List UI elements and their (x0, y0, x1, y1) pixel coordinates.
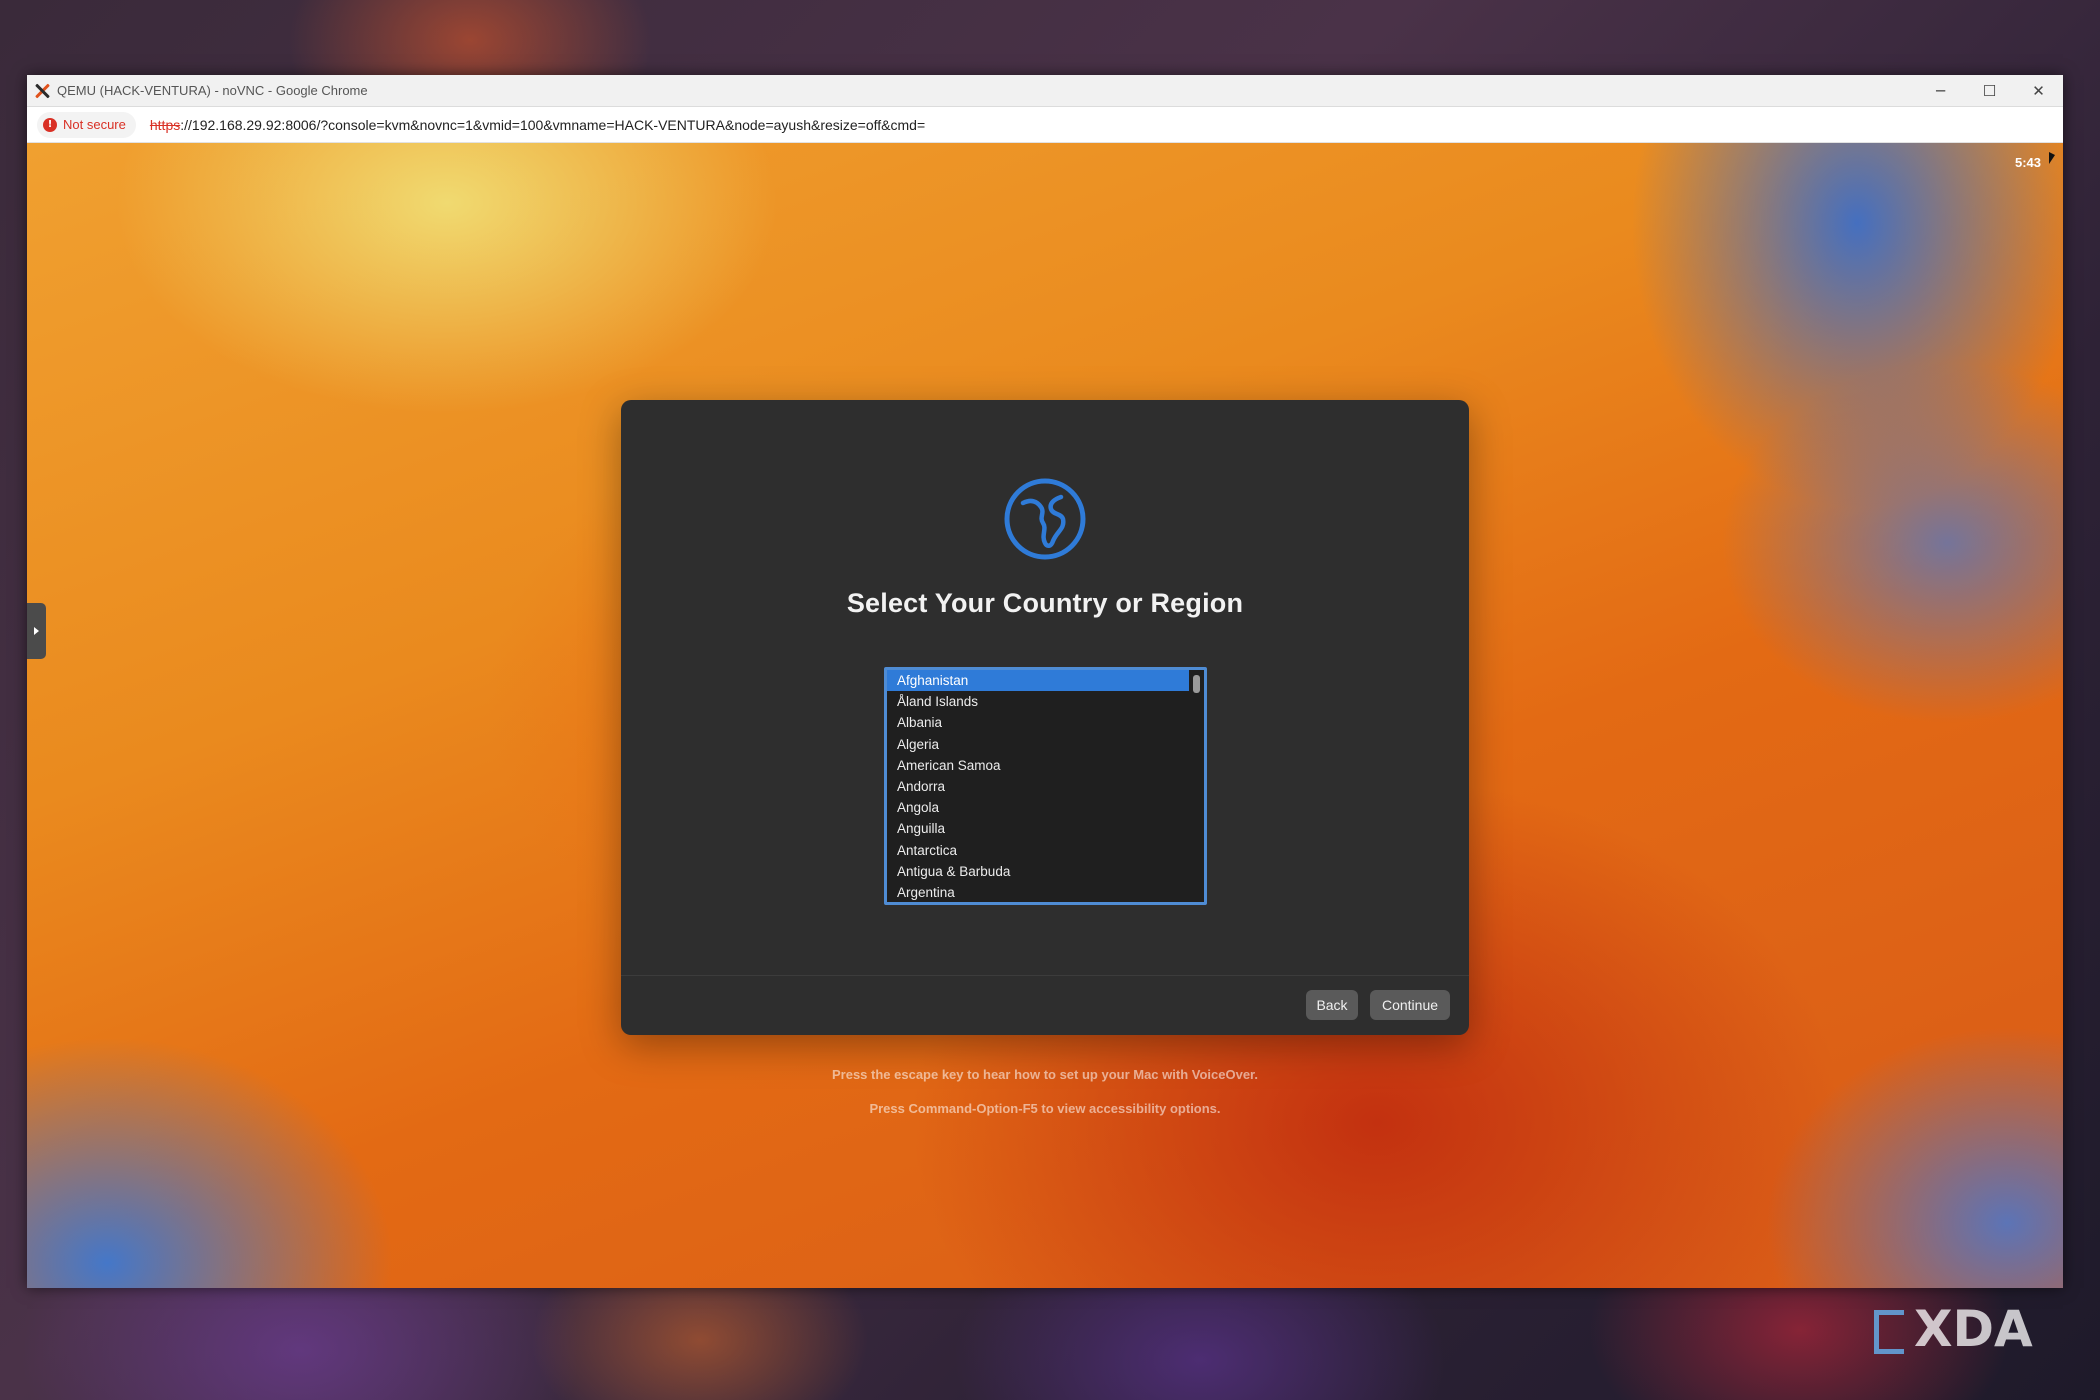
address-bar[interactable]: ! Not secure https://192.168.29.92:8006/… (27, 107, 2063, 143)
window-controls: ─ ☐ ✕ (1916, 75, 2063, 106)
page-title: Select Your Country or Region (846, 588, 1244, 618)
voiceover-hint: Press the escape key to hear how to set … (831, 1067, 1259, 1082)
globe-icon (1004, 478, 1086, 560)
accessibility-hint: Press Command-Option-F5 to view accessib… (869, 1101, 1221, 1116)
close-button[interactable]: ✕ (2014, 75, 2063, 106)
list-item[interactable]: Andorra (887, 776, 1189, 797)
url-path: ://192.168.29.92:8006/?console=kvm&novnc… (180, 116, 926, 133)
footer-divider (621, 975, 1469, 976)
country-list: Afghanistan Åland Islands Albania Algeri… (887, 670, 1189, 902)
back-button[interactable]: Back (1306, 990, 1358, 1020)
list-item[interactable]: American Samoa (887, 755, 1189, 776)
security-chip[interactable]: ! Not secure (37, 111, 136, 138)
vnc-screen[interactable]: 5:43 Select Your Country or Region Afgha… (27, 143, 2063, 1288)
novnc-sidebar-handle[interactable] (27, 603, 46, 659)
url-scheme: https (149, 116, 181, 133)
list-item[interactable]: Anguilla (887, 818, 1189, 839)
proxmox-logo-icon (34, 83, 50, 99)
list-item[interactable]: Antarctica (887, 840, 1189, 861)
xda-watermark: XDA (1914, 1300, 2033, 1358)
browser-window: QEMU (HACK-VENTURA) - noVNC - Google Chr… (27, 75, 2063, 1288)
list-item[interactable]: Åland Islands (887, 691, 1189, 712)
window-title: QEMU (HACK-VENTURA) - noVNC - Google Chr… (57, 83, 368, 98)
title-bar[interactable]: QEMU (HACK-VENTURA) - noVNC - Google Chr… (27, 75, 2063, 107)
scroll-thumb[interactable] (1193, 675, 1200, 693)
list-item[interactable]: Albania (887, 712, 1189, 733)
xda-logo-bracket-icon (1874, 1310, 1904, 1354)
maximize-button[interactable]: ☐ (1965, 75, 2014, 106)
menu-clock: 5:43 (2014, 155, 2041, 170)
list-item[interactable]: Afghanistan (887, 670, 1189, 692)
list-scrollbar[interactable] (1192, 673, 1201, 899)
minimize-button[interactable]: ─ (1916, 75, 1965, 106)
mouse-cursor-icon (2049, 152, 2055, 164)
list-item[interactable]: Angola (887, 797, 1189, 818)
list-item[interactable]: Algeria (887, 734, 1189, 755)
security-label: Not secure (63, 117, 126, 132)
setup-dialog: Select Your Country or Region Afghanista… (621, 400, 1469, 1035)
country-listbox[interactable]: Afghanistan Åland Islands Albania Algeri… (884, 667, 1207, 905)
url-text[interactable]: https://192.168.29.92:8006/?console=kvm&… (150, 117, 925, 133)
list-item[interactable]: Argentina (887, 882, 1189, 902)
continue-button[interactable]: Continue (1370, 990, 1450, 1020)
list-item[interactable]: Antigua & Barbuda (887, 861, 1189, 882)
warning-icon: ! (43, 117, 57, 132)
chevron-right-icon (34, 627, 39, 635)
